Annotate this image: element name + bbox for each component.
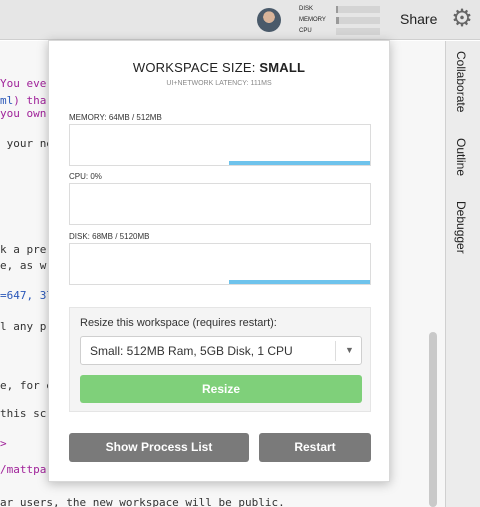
workspace-size-select-value: Small: 512MB Ram, 5GB Disk, 1 CPU <box>90 344 293 358</box>
editor-scrollbar[interactable] <box>427 330 439 507</box>
cpu-meter-track <box>336 28 380 35</box>
gear-icon[interactable]: ⚙ <box>450 7 474 31</box>
tab-collaborate[interactable]: Collaborate <box>454 51 468 112</box>
title-prefix: WORKSPACE SIZE: <box>132 60 256 75</box>
code-token: You ever <box>0 77 53 90</box>
memory-meter-fill <box>336 17 339 24</box>
cpu-graph-label: CPU: 0% <box>69 172 102 181</box>
user-avatar[interactable] <box>257 8 281 32</box>
workspace-size-title: WORKSPACE SIZE: SMALL <box>49 60 389 75</box>
resize-button[interactable]: Resize <box>80 375 362 403</box>
memory-meter-label: MEMORY <box>299 17 326 23</box>
code-line: e, for e <box>0 379 53 392</box>
code-token: k a pre <box>0 243 47 256</box>
code-line: your ne <box>0 137 53 150</box>
share-button[interactable]: Share <box>400 11 437 27</box>
memory-graph <box>69 124 371 166</box>
cpu-meter-label: CPU <box>299 28 312 34</box>
editor-scrollbar-thumb[interactable] <box>429 332 437 507</box>
disk-graph-label: DISK: 68MB / 5120MB <box>69 232 150 241</box>
tab-debugger[interactable]: Debugger <box>454 201 468 254</box>
disk-meter: DISK <box>296 4 386 14</box>
code-token: you own] <box>0 107 53 120</box>
code-token: e, for e <box>0 379 53 392</box>
code-line: =647, 37 <box>0 289 53 302</box>
code-line: e, as w <box>0 259 46 272</box>
code-token: your ne <box>0 137 53 150</box>
code-token: > <box>0 437 7 450</box>
code-line: > <box>0 437 7 450</box>
resize-label: Resize this workspace (requires restart)… <box>80 317 277 329</box>
workspace-popup: WORKSPACE SIZE: SMALL UI+NETWORK LATENCY… <box>48 40 390 482</box>
title-size: SMALL <box>259 60 306 75</box>
latency-text: UI+NETWORK LATENCY: 111MS <box>166 80 272 87</box>
code-token: ml <box>0 94 14 107</box>
cpu-graph <box>69 183 371 225</box>
disk-graph-fill <box>229 280 370 284</box>
code-token: l any p <box>0 320 47 333</box>
top-bar: DISK MEMORY CPU Share ⚙ <box>0 0 480 40</box>
select-separator <box>335 341 336 361</box>
disk-meter-track <box>336 6 380 13</box>
disk-meter-label: DISK <box>299 6 314 12</box>
code-token: /mattpar <box>0 463 53 476</box>
disk-meter-fill <box>336 6 339 13</box>
code-line: ar users, the new workspace will be publ… <box>0 496 285 507</box>
disk-graph <box>69 243 371 285</box>
tab-outline[interactable]: Outline <box>454 138 468 176</box>
code-line: /mattpar <box>0 463 53 476</box>
code-token: =647, 37 <box>0 289 53 302</box>
memory-meter-track <box>336 17 380 24</box>
right-sidebar: Collaborate Outline Debugger <box>445 41 480 507</box>
resource-meters[interactable]: DISK MEMORY CPU <box>296 4 386 37</box>
restart-button[interactable]: Restart <box>259 433 371 462</box>
code-line: this scr <box>0 407 53 420</box>
code-token: ) tha <box>13 94 47 107</box>
chevron-down-icon[interactable]: ▼ <box>345 345 354 355</box>
memory-graph-label: MEMORY: 64MB / 512MB <box>69 113 162 122</box>
cpu-meter: CPU <box>296 26 386 36</box>
code-token: ar users, the new workspace will be publ… <box>0 496 285 507</box>
workspace-size-select[interactable]: Small: 512MB Ram, 5GB Disk, 1 CPU ▼ <box>80 336 362 365</box>
memory-graph-fill <box>229 161 370 165</box>
memory-meter: MEMORY <box>296 15 386 25</box>
code-token: this scr <box>0 407 53 420</box>
code-token: e, as w <box>0 259 47 272</box>
code-line: ml) tha <box>0 94 46 107</box>
resize-panel: Resize this workspace (requires restart)… <box>69 307 371 412</box>
show-process-list-button[interactable]: Show Process List <box>69 433 249 462</box>
